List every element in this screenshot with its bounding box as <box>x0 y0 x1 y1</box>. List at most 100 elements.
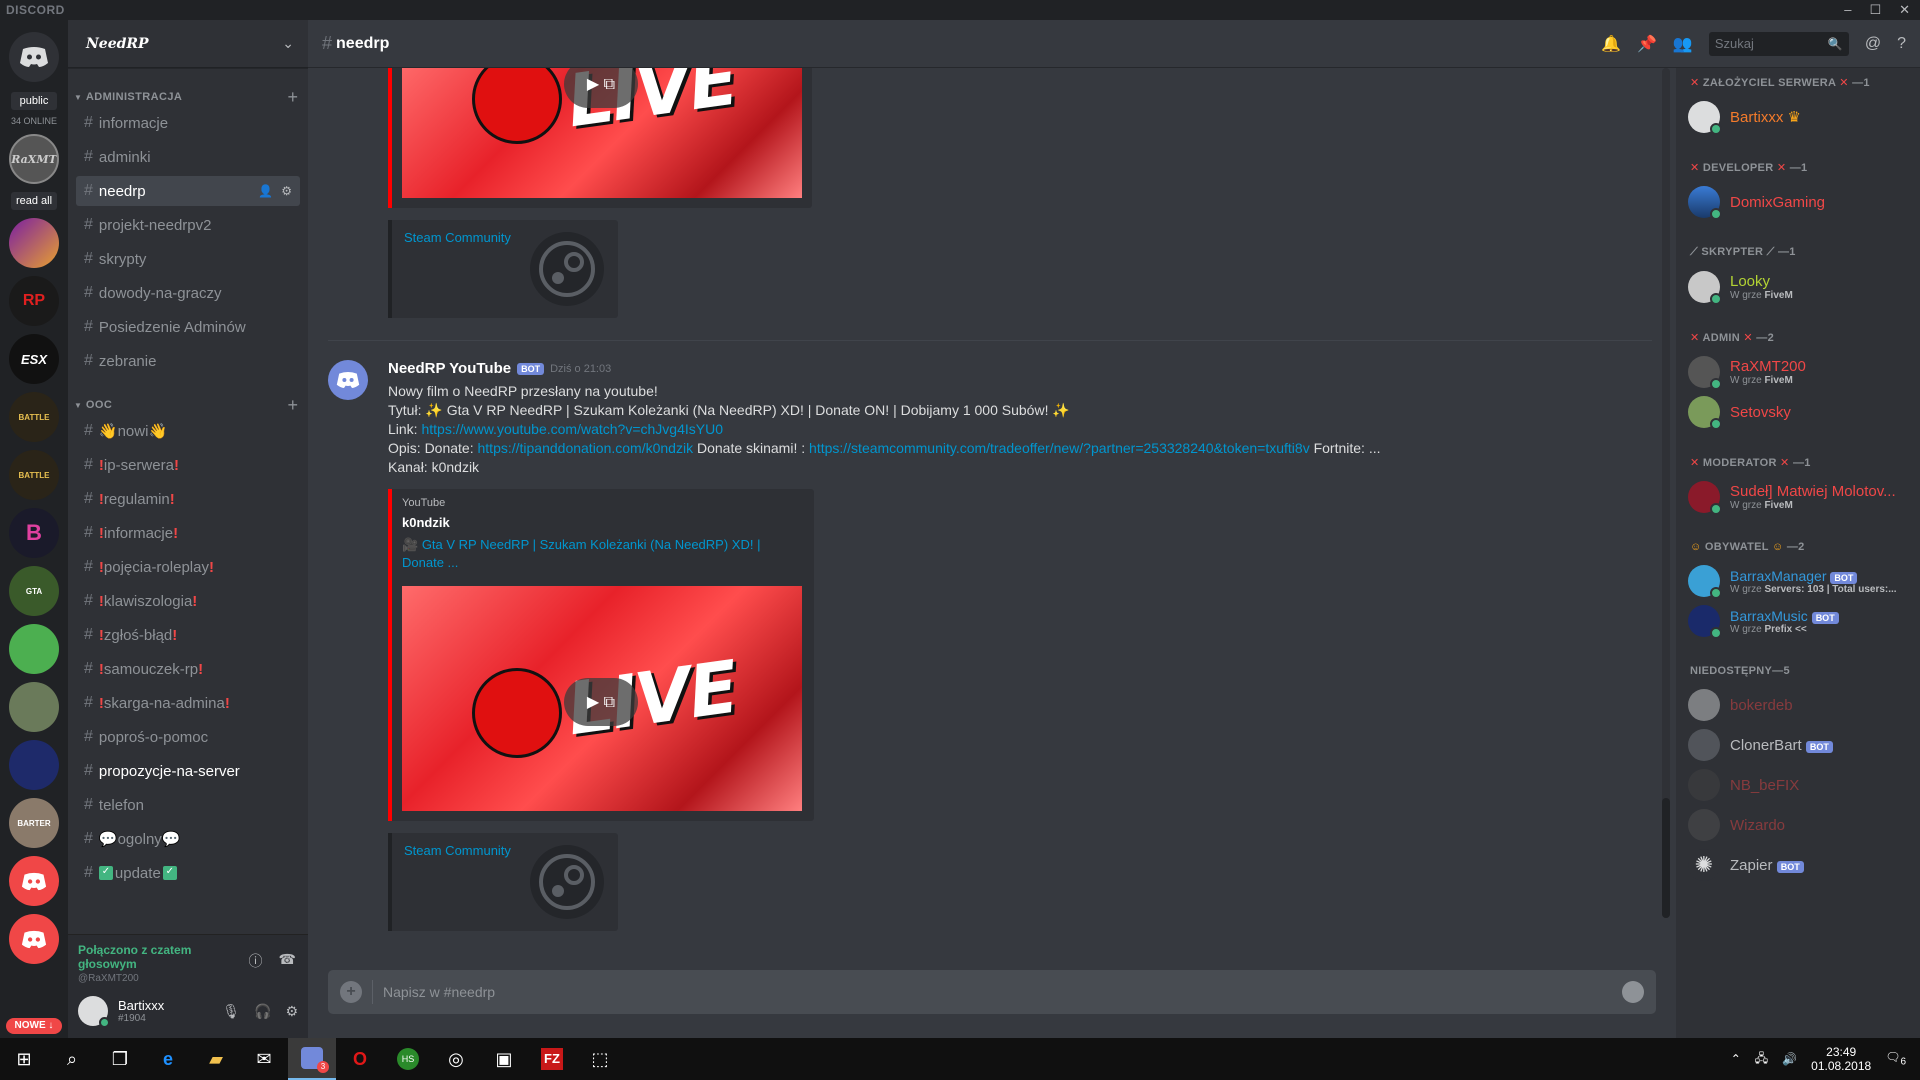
channel-popros-o-pomoc[interactable]: # poproś-o-pomoc <box>76 722 300 752</box>
channel-samouczek-rp[interactable]: #! samouczek-rp! <box>76 654 300 684</box>
action-center-icon[interactable]: 🗨6 <box>1885 1050 1906 1067</box>
member-item[interactable]: ✺ Zapier BOT <box>1688 845 1920 885</box>
channel-zebranie[interactable]: # zebranie <box>76 346 300 376</box>
channel-propozycje-na-server[interactable]: # propozycje-na-server <box>76 756 300 786</box>
guild-icon-discord-red[interactable] <box>9 856 59 906</box>
filezilla-icon[interactable]: FZ <box>528 1038 576 1080</box>
new-messages-badge[interactable]: NOWE ↓ <box>6 1018 62 1034</box>
gear-icon[interactable]: ⚙ <box>285 1003 298 1020</box>
message-input[interactable]: + Napisz w #needrp <box>328 970 1656 1014</box>
task-view-icon[interactable]: ❐ <box>96 1038 144 1080</box>
guild-icon-b[interactable]: B <box>9 508 59 558</box>
guild-icon-battlegrounds-2[interactable]: BATTLE <box>9 450 59 500</box>
guild-icon-blue[interactable] <box>9 740 59 790</box>
emoji-icon[interactable] <box>1622 981 1644 1003</box>
message-author[interactable]: NeedRP YouTube <box>388 360 511 377</box>
member-item[interactable]: BarraxManager BOT W grze Servers: 103 | T… <box>1688 561 1920 601</box>
video-link[interactable]: https://www.youtube.com/watch?v=chJvg4Is… <box>421 421 723 437</box>
minimize-button[interactable]: – <box>1844 2 1851 18</box>
embed-author[interactable]: k0ndzik <box>402 515 804 530</box>
help-icon[interactable]: ? <box>1897 35 1906 53</box>
embed-title[interactable]: 🎥 Gta V RP NeedRP | Szukam Koleżanki (Na… <box>402 536 772 572</box>
guild-icon-discord-red-2[interactable] <box>9 914 59 964</box>
info-icon[interactable]: ⓘ <box>249 951 263 971</box>
mention-icon[interactable]: @ <box>1865 35 1881 53</box>
pin-icon[interactable]: 📌 <box>1637 34 1657 54</box>
folder-icon[interactable]: ▰ <box>192 1038 240 1080</box>
member-item[interactable]: Sudeł] Matwiej Molotov... W grze FiveM <box>1688 477 1920 517</box>
bell-icon[interactable]: 🔔 <box>1601 34 1621 54</box>
channel-pojecia-roleplay[interactable]: #! pojęcia-roleplay! <box>76 552 300 582</box>
steam-trade-link[interactable]: https://steamcommunity.com/tradeoffer/ne… <box>809 440 1310 456</box>
windows-start-icon[interactable]: ⊞ <box>0 1038 48 1080</box>
close-button[interactable]: ✕ <box>1899 2 1910 18</box>
guild-icon-1[interactable] <box>9 218 59 268</box>
member-item[interactable]: RaXMT200 W grze FiveM <box>1688 352 1920 392</box>
bot-avatar[interactable] <box>328 360 368 400</box>
guild-icon-rp[interactable]: RP <box>9 276 59 326</box>
guild-icon-esx[interactable]: ESX <box>9 334 59 384</box>
discord-taskbar-icon[interactable]: 3 <box>288 1038 336 1080</box>
search-icon[interactable]: ⌕ <box>48 1038 96 1080</box>
category-ooc[interactable]: ▼ OOC + <box>68 396 308 414</box>
gear-icon[interactable]: ⚙ <box>281 184 292 198</box>
category-administracja[interactable]: ▼ ADMINISTRACJA + <box>68 88 308 106</box>
volume-icon[interactable]: 🔊 <box>1782 1052 1797 1066</box>
guild-icon-pepe[interactable] <box>9 624 59 674</box>
channel-nowi[interactable]: # 👋 nowi 👋 <box>76 416 300 446</box>
avatar[interactable] <box>78 996 110 1028</box>
mail-icon[interactable]: ✉ <box>240 1038 288 1080</box>
channel-regulamin[interactable]: #! regulamin! <box>76 484 300 514</box>
member-item[interactable]: Bartixxx ♛ <box>1688 97 1920 137</box>
channel-informacje[interactable]: # informacje <box>76 108 300 138</box>
home-button[interactable] <box>9 32 59 82</box>
member-item[interactable]: Looky W grze FiveM <box>1688 267 1920 307</box>
upload-plus-icon[interactable]: + <box>340 981 362 1003</box>
channel-skarga-na-admina[interactable]: #! skarga-na-admina! <box>76 688 300 718</box>
video-thumbnail[interactable]: LIVE ▶ ⧉ <box>402 68 802 198</box>
channel-zglos-blad[interactable]: #! zgłoś-błąd! <box>76 620 300 650</box>
channel-ogolny[interactable]: # 💬 ogolny 💬 <box>76 824 300 854</box>
scrollbar-track[interactable] <box>1662 68 1670 918</box>
channel-klawiszologia[interactable]: #! klawiszologia! <box>76 586 300 616</box>
video-thumbnail[interactable]: LIVE ▶ ⧉ <box>402 586 802 811</box>
channel-projekt-needrpv2[interactable]: # projekt-needrpv2 <box>76 210 300 240</box>
chevron-down-icon[interactable]: ⌄ <box>282 35 294 52</box>
donate-link[interactable]: https://tipanddonation.com/k0ndzik <box>478 440 694 456</box>
microphone-icon[interactable]: 🎙 <box>222 1003 240 1020</box>
maximize-button[interactable]: ☐ <box>1869 2 1881 18</box>
add-channel-icon[interactable]: + <box>287 396 298 414</box>
channel-adminki[interactable]: # adminki <box>76 142 300 172</box>
guild-icon-battlegrounds[interactable]: BATTLE <box>9 392 59 442</box>
play-button[interactable]: ▶ ⧉ <box>564 678 638 726</box>
headphones-icon[interactable]: 🎧 <box>254 1003 271 1020</box>
member-item[interactable]: DomixGaming <box>1688 182 1920 222</box>
channel-informacje-ooc[interactable]: #! informacje! <box>76 518 300 548</box>
member-item[interactable]: BarraxMusic BOT W grze Prefix << <box>1688 601 1920 641</box>
guild-icon-raxmt[interactable]: RaXMT <box>9 134 59 184</box>
member-item[interactable]: NB_beFIX <box>1688 765 1920 805</box>
read-all-button[interactable]: read all <box>11 192 57 210</box>
add-channel-icon[interactable]: + <box>287 88 298 106</box>
channel-ip-serwera[interactable]: #! ip-serwera! <box>76 450 300 480</box>
guild-public-label[interactable]: public <box>11 92 57 110</box>
channel-update[interactable]: # ✓ update ✓ <box>76 858 300 888</box>
member-item[interactable]: ClonerBart BOT <box>1688 725 1920 765</box>
member-item[interactable]: Setovsky <box>1688 392 1920 432</box>
server-header[interactable]: NeedRP ⌄ <box>68 20 308 68</box>
steam-icon[interactable]: ◎ <box>432 1038 480 1080</box>
message-list[interactable]: LIVE ▶ ⧉ Steam Community NeedRP YouTube … <box>308 68 1676 938</box>
channel-dowody-na-graczy[interactable]: # dowody-na-graczy <box>76 278 300 308</box>
disconnect-icon[interactable]: ☎ <box>279 951 296 971</box>
channel-posiedzenie-adminow[interactable]: # Posiedzenie Adminów <box>76 312 300 342</box>
system-clock[interactable]: 23:49 01.08.2018 <box>1811 1045 1871 1073</box>
hearthstone-icon[interactable]: HS <box>384 1038 432 1080</box>
member-item[interactable]: Wizardo <box>1688 805 1920 845</box>
network-app-icon[interactable]: ⬚ <box>576 1038 624 1080</box>
app-icon[interactable]: ▣ <box>480 1038 528 1080</box>
guild-icon-map[interactable] <box>9 682 59 732</box>
invite-icon[interactable]: 👤 <box>258 184 273 198</box>
channel-needrp[interactable]: # needrp 👤 ⚙ <box>76 176 300 206</box>
play-button[interactable]: ▶ ⧉ <box>564 68 638 108</box>
guild-icon-barter[interactable]: BARTER <box>9 798 59 848</box>
